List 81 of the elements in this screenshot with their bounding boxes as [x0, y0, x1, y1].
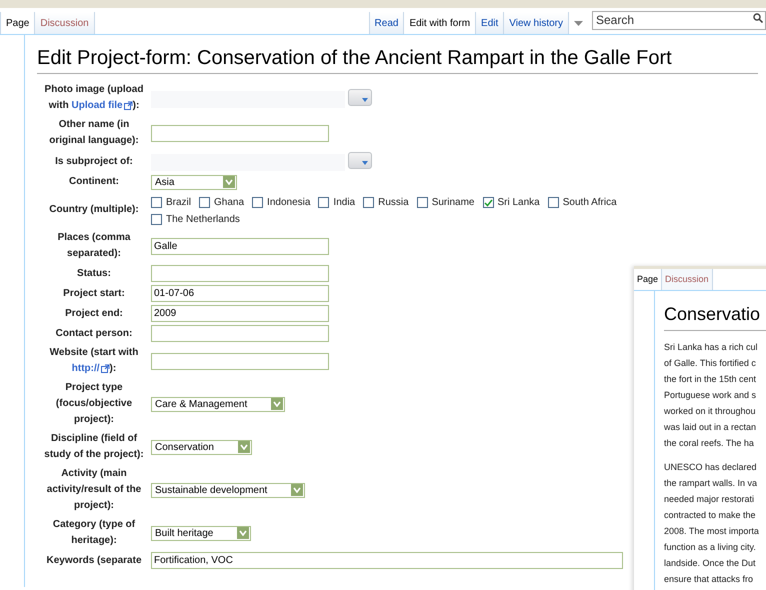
caret-icon: [362, 98, 368, 102]
search-field[interactable]: Search: [592, 10, 766, 30]
checkbox[interactable]: [416, 197, 428, 208]
checkbox-label: Brazil: [166, 196, 192, 210]
field-label: Country (multiple):: [48, 203, 140, 217]
article-text: contracted to make the: [664, 509, 757, 522]
field-label: Other name (in original language):: [48, 118, 140, 148]
checkbox[interactable]: [151, 197, 162, 208]
checkbox[interactable]: [252, 197, 264, 208]
field-label: Continent:: [68, 175, 120, 189]
select-field[interactable]: Sustainable development: [151, 482, 306, 498]
checkbox[interactable]: [199, 197, 210, 208]
field-label: Photo image (upload with Upload file ):: [44, 83, 144, 113]
tab[interactable]: Discussion: [662, 269, 713, 290]
text-field[interactable]: [151, 265, 329, 282]
checkbox[interactable]: [318, 197, 330, 208]
text-field[interactable]: [151, 325, 329, 342]
article-text: was laid out in a rectan: [664, 421, 758, 434]
field-label: Website (start with http:// ):: [48, 346, 140, 376]
caret-icon: [362, 161, 368, 165]
link[interactable]: Upload file: [71, 100, 133, 111]
field-label: Category (type of heritage):: [52, 518, 136, 548]
checkbox-label: The Netherlands: [166, 213, 240, 227]
select-field[interactable]: Asia: [151, 174, 237, 190]
select-field[interactable]: Built heritage: [151, 526, 252, 540]
external-link-icon: [124, 100, 133, 110]
field-label: Status:: [76, 266, 112, 280]
checkbox[interactable]: [151, 214, 162, 225]
tab[interactable]: Page: [634, 269, 662, 290]
text-field[interactable]: 01-07-06: [151, 285, 329, 302]
field-label: Keywords (separate: [45, 554, 143, 568]
article-text: worked on it throughou: [664, 405, 757, 418]
article-text: landside. Once the Dut: [664, 557, 757, 570]
caret-icon: [574, 20, 583, 26]
checkbox[interactable]: [482, 197, 494, 208]
field-label: Project type (focus/objective project):: [54, 381, 134, 427]
tab[interactable]: Edit: [475, 12, 504, 34]
text-field[interactable]: [151, 124, 329, 142]
article-text: 2008. The most importa: [664, 525, 760, 538]
tab[interactable]: View history: [503, 12, 568, 34]
field-label: Activity (main activity/result of the project):: [46, 467, 142, 513]
link[interactable]: http://: [72, 363, 110, 374]
article-text: UNESCO has declared: [664, 461, 758, 474]
field-label: Discipline (field of study of the project):: [43, 432, 145, 462]
dropdown-button[interactable]: [348, 152, 372, 169]
article-text: the fort in the 15th cent: [664, 373, 758, 386]
checkbox-label: Sri Lanka: [498, 196, 540, 210]
tab[interactable]: Discussion: [34, 12, 94, 34]
page-title: Edit Project-form: Conservation of the Ancient Rampart in the Galle Fort: [37, 35, 758, 74]
dropdown-button[interactable]: [348, 88, 372, 106]
field-label: Is subproject of:: [54, 154, 134, 168]
article-text: Portuguese work and s: [664, 389, 758, 402]
checkbox-label: India: [333, 196, 356, 210]
article-text: the coral reefs. The ha: [664, 437, 755, 450]
article-text: the rampart walls. In va: [664, 477, 758, 490]
checkbox[interactable]: [363, 197, 374, 208]
checkbox[interactable]: [548, 197, 559, 208]
field-label: Contact person:: [54, 326, 134, 340]
article-text: ensure that attacks fro: [664, 573, 754, 586]
checkbox-label: Ghana: [214, 196, 244, 210]
article-text: of Galle. This fortified c: [664, 357, 757, 370]
external-link-icon: [100, 364, 110, 373]
text-field[interactable]: Galle: [151, 238, 329, 254]
checkbox-label: Suriname: [432, 196, 474, 210]
search-icon: [753, 13, 763, 23]
select-field[interactable]: Conservation: [151, 440, 252, 454]
article-text: needed major restorati: [664, 493, 756, 506]
article-text: function as a living city.: [664, 541, 757, 554]
tab[interactable]: Read: [368, 12, 404, 34]
field-label: Project start:: [62, 286, 126, 300]
text-field[interactable]: 2009: [151, 305, 329, 322]
checkbox-label: Indonesia: [267, 196, 310, 210]
text-field[interactable]: [151, 352, 329, 370]
checkbox-label: Russia: [378, 196, 409, 210]
field-label: Project end:: [64, 306, 124, 320]
checkbox-label: South Africa: [562, 196, 617, 210]
field-label: Places (comma separated):: [56, 231, 132, 261]
article-title: Conservatio: [664, 291, 766, 331]
article-text: Sri Lanka has a rich cul: [664, 341, 759, 354]
text-field[interactable]: Fortification, VOC: [151, 552, 623, 569]
select-field[interactable]: Care & Management: [151, 396, 286, 412]
